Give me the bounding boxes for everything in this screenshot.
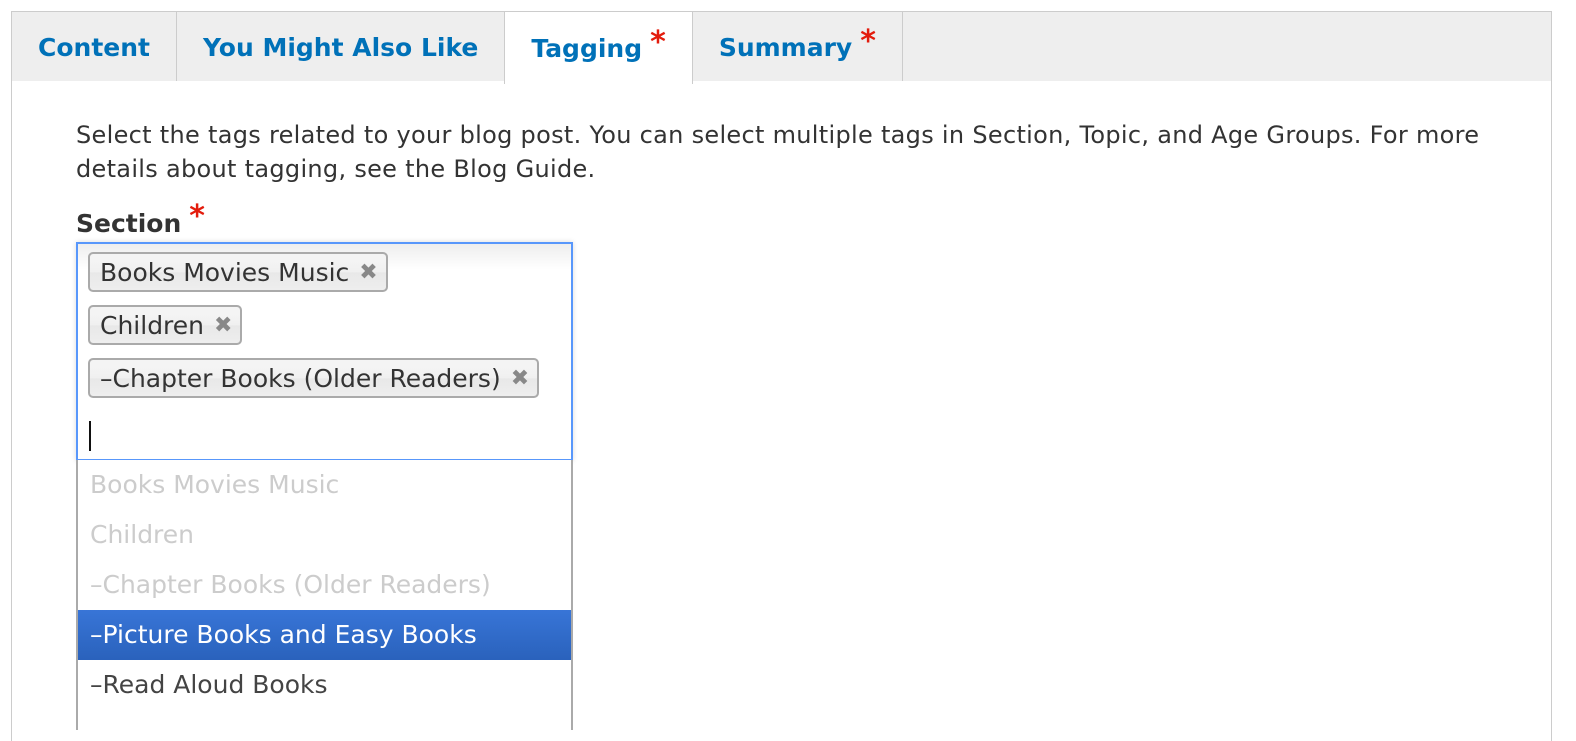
section-field-label: Section * (76, 199, 205, 240)
dropdown-option: Children (90, 520, 195, 549)
dropdown-option-highlighted[interactable]: –Picture Books and Easy Books (78, 610, 571, 660)
chip-label: –Chapter Books (Older Readers) (100, 363, 501, 393)
tab-label: Content (38, 32, 150, 62)
required-asterisk-icon: * (860, 23, 876, 59)
required-asterisk-icon: * (650, 24, 666, 60)
chip-label: Books Movies Music (100, 257, 350, 287)
selected-tag-chip: Children ✖ (88, 305, 243, 345)
tab-tagging[interactable]: Tagging * (504, 12, 693, 84)
section-search-input[interactable] (88, 411, 552, 459)
dropdown-option: Books Movies Music (90, 470, 340, 499)
tab-content[interactable]: Content (12, 12, 177, 82)
close-icon[interactable]: ✖ (359, 260, 377, 285)
close-icon[interactable]: ✖ (511, 366, 529, 391)
chip-label: Children (100, 310, 205, 340)
tab-label: You Might Also Like (202, 32, 479, 62)
tagging-description: Select the tags related to your blog pos… (76, 121, 1480, 183)
tab-bar: Content You Might Also Like Tagging * Su… (11, 11, 1552, 84)
selected-tag-chip: –Chapter Books (Older Readers) ✖ (88, 358, 540, 398)
close-icon[interactable]: ✖ (214, 313, 232, 338)
tab-summary[interactable]: Summary * (693, 12, 903, 82)
dropdown-option: –Chapter Books (Older Readers) (90, 570, 491, 599)
selected-tag-chip: Books Movies Music ✖ (88, 252, 388, 292)
tab-you-might-also-like[interactable]: You Might Also Like (177, 12, 506, 82)
dropdown-option[interactable]: –Read Aloud Books (78, 660, 571, 710)
tab-label: Tagging (531, 33, 643, 63)
section-multiselect[interactable]: Books Movies Music ✖ Children ✖ –Chapter… (76, 242, 573, 461)
section-search-field (88, 411, 571, 459)
section-dropdown-results: Books Movies Music Children –Chapter Boo… (76, 460, 573, 730)
tab-label: Summary (718, 32, 853, 62)
section-label-text: Section (76, 209, 182, 238)
required-asterisk-icon: * (189, 199, 205, 234)
